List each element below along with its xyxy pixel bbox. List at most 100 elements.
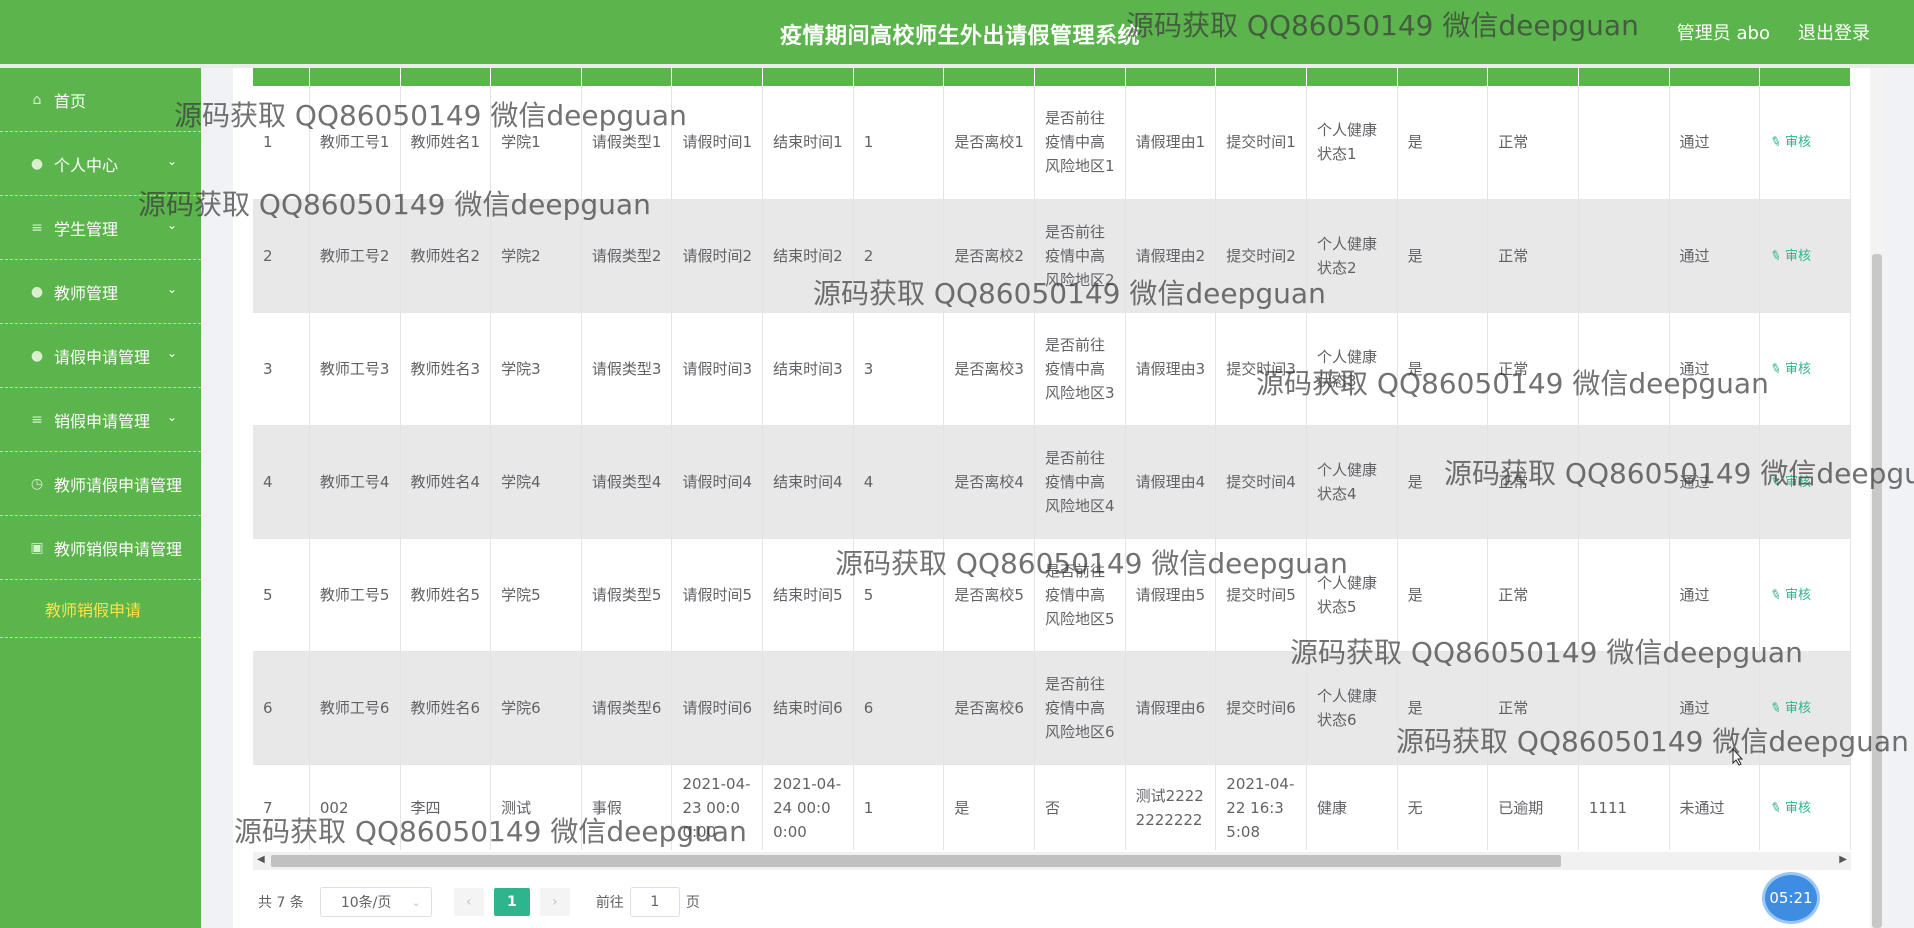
table-cell-no: 6 [253,651,310,765]
sidebar-subitem-teacher-cancel-leave[interactable]: 教师销假申请 [0,580,201,638]
table-cell-tid: 教师工号1 [309,86,401,200]
audit-button[interactable]: ✎ 审核 [1768,699,1812,717]
total-count: 共 7 条 [258,895,304,911]
table-cell-type: 请假类型2 [581,199,673,313]
horizontal-scrollbar[interactable]: ◀ ▶ [253,852,1851,870]
vertical-scrollbar[interactable] [1870,68,1884,928]
table-cell-health: 健康 [1306,764,1398,850]
sidebar-item[interactable]: ● 请假申请管理 ⌄ [0,324,201,388]
table-cell-health: 个人健康状态6 [1306,651,1398,765]
sidebar-item[interactable]: ≡ 销假申请管理 ⌄ [0,388,201,452]
table-cell-end: 结束时间2 [762,199,854,313]
sidebar-item[interactable]: ● 个人中心 ⌄ [0,132,201,196]
table-cell-days: 5 [853,538,945,652]
table-cell-status: 通过 [1669,651,1761,765]
audit-button[interactable]: ✎ 审核 [1768,247,1812,265]
scroll-right-icon[interactable]: ▶ [1839,854,1847,865]
table-cell-status: 通过 [1669,86,1761,200]
table-cell-c2: 正常 [1487,199,1579,313]
page-number-button[interactable]: 1 [493,888,530,916]
table-cell-c2: 正常 [1487,651,1579,765]
chevron-left-icon: ‹ [466,894,472,910]
sidebar-item[interactable]: ● 教师管理 ⌄ [0,260,201,324]
audit-label: 审核 [1785,248,1812,264]
table-cell-submit: 提交时间3 [1215,312,1307,426]
page-size-select[interactable]: 10条/页 ⌄ [319,887,432,917]
sidebar-item[interactable]: ≡ 学生管理 ⌄ [0,196,201,260]
table-cell-submit: 2021-04-22 16:35:08 [1215,764,1307,850]
vertical-scroll-thumb[interactable] [1872,254,1882,928]
table-cell-start: 请假时间4 [671,425,764,539]
table-cell-risk-area: 是否前往疫情中高风险地区5 [1034,538,1126,652]
table-cell-days: 1 [853,86,945,200]
main-content: 1 教师工号1 教师姓名1 学院1 请假类型1 请假时间1 结束时间1 1 是否离校1 是否前往疫… [233,68,1884,928]
table-cell-college: 测试 [490,764,582,850]
audit-button[interactable]: ✎ 审核 [1768,800,1812,818]
sidebar-item-label: 首页 [54,91,87,111]
chevron-down-icon: ⌄ [166,282,177,296]
table-cell-risk-area: 是否前往疫情中高风险地区2 [1034,199,1126,313]
table-cell-no: 4 [253,425,310,539]
table-cell-tid: 教师工号5 [309,538,401,652]
current-user[interactable]: 管理员 abo [1677,19,1770,45]
leave-table-container[interactable]: 1 教师工号1 教师姓名1 学院1 请假类型1 请假时间1 结束时间1 1 是否离校1 是否前往疫… [253,68,1851,850]
sidebar-item-label: 教师请假申请管理 [54,475,183,495]
sidebar: ⌂ 首页 ● 个人中心 ⌄ ≡ 学生管理 ⌄ ● 教师管理 ⌄ ● 请假申请管理 ⌄ ≡ 销假申请管理 ⌄ ◷ 教师… [0,68,201,928]
table-cell-status: 通过 [1669,312,1761,426]
sidebar-item-label: 请假申请管理 [54,347,151,367]
table-cell-submit: 提交时间1 [1215,86,1307,200]
table-cell-status: 通过 [1669,425,1761,539]
audit-button[interactable]: ✎ 审核 [1768,360,1811,378]
prev-page-button[interactable]: ‹ [453,888,484,916]
logout-button[interactable]: 退出登录 [1798,19,1870,45]
table-cell-days: 4 [853,425,945,539]
audit-button[interactable]: ✎ 审核 [1768,134,1812,152]
table-cell-end: 结束时间4 [762,425,854,539]
table-cell-no: 1 [253,86,310,200]
sidebar-item[interactable]: ◷ 教师请假申请管理 [0,452,201,516]
list-icon: ≡ [31,219,43,236]
table-cell-tname: 教师姓名3 [400,312,492,426]
pagination: 共 7 条 10条/页 ⌄ ‹ 1 › 前往 页 [258,886,700,918]
table-cell-c1: 是 [1397,538,1489,652]
scroll-left-icon[interactable]: ◀ [257,854,265,865]
audit-label: 审核 [1785,587,1812,603]
table-cell-leave-school: 是 [943,764,1036,850]
goto-page-input[interactable] [629,887,680,917]
edit-icon: ✎ [1768,799,1784,818]
app-title: 疫情期间高校师生外出请假管理系统 [780,24,1141,49]
audit-label: 审核 [1785,801,1812,816]
audit-button[interactable]: ✎ 审核 [1768,473,1811,491]
sidebar-item[interactable]: ▣ 教师销假申请管理 [0,516,201,580]
table-cell-tname: 教师姓名2 [400,199,492,313]
table-cell-c3 [1578,651,1670,765]
audit-label: 审核 [1785,700,1812,716]
page-suffix-label: 页 [685,895,700,911]
table-cell-tid: 教师工号6 [309,651,401,765]
table-cell-end: 结束时间5 [762,538,854,652]
table-cell-health: 个人健康状态2 [1306,199,1398,313]
table-cell-leave-school: 是否离校2 [943,199,1036,313]
table-cell-days: 2 [853,199,945,313]
table-row: 6 教师工号6 教师姓名6 学院6 请假类型6 请假时间6 结束时间6 6 是否离校6 是否前往疫… [253,651,1851,765]
audit-label: 审核 [1785,135,1812,151]
table-cell-c2: 正常 [1487,312,1579,426]
table-cell-leave-school: 是否离校4 [943,425,1036,539]
table-cell-college: 学院5 [490,538,582,652]
table-cell-action: ✎ 审核 [1759,425,1851,539]
table-cell-tid: 教师工号2 [309,199,401,313]
table-cell-leave-school: 是否离校6 [943,651,1036,765]
table-cell-status: 通过 [1669,199,1761,313]
horizontal-scroll-thumb[interactable] [271,855,1561,867]
next-page-button[interactable]: › [539,888,570,916]
table-cell-risk-area: 是否前往疫情中高风险地区6 [1034,651,1126,765]
table-cell-no: 2 [253,199,310,313]
audit-button[interactable]: ✎ 审核 [1768,586,1812,604]
table-cell-college: 学院6 [490,651,582,765]
table-cell-end: 结束时间1 [762,86,854,200]
sidebar-item[interactable]: ⌂ 首页 [0,68,201,132]
table-cell-c3 [1578,538,1670,652]
table-cell-reason: 请假理由3 [1125,312,1217,426]
table-cell-no: 3 [253,312,310,426]
clock-badge[interactable]: 05:21 [1762,872,1820,924]
